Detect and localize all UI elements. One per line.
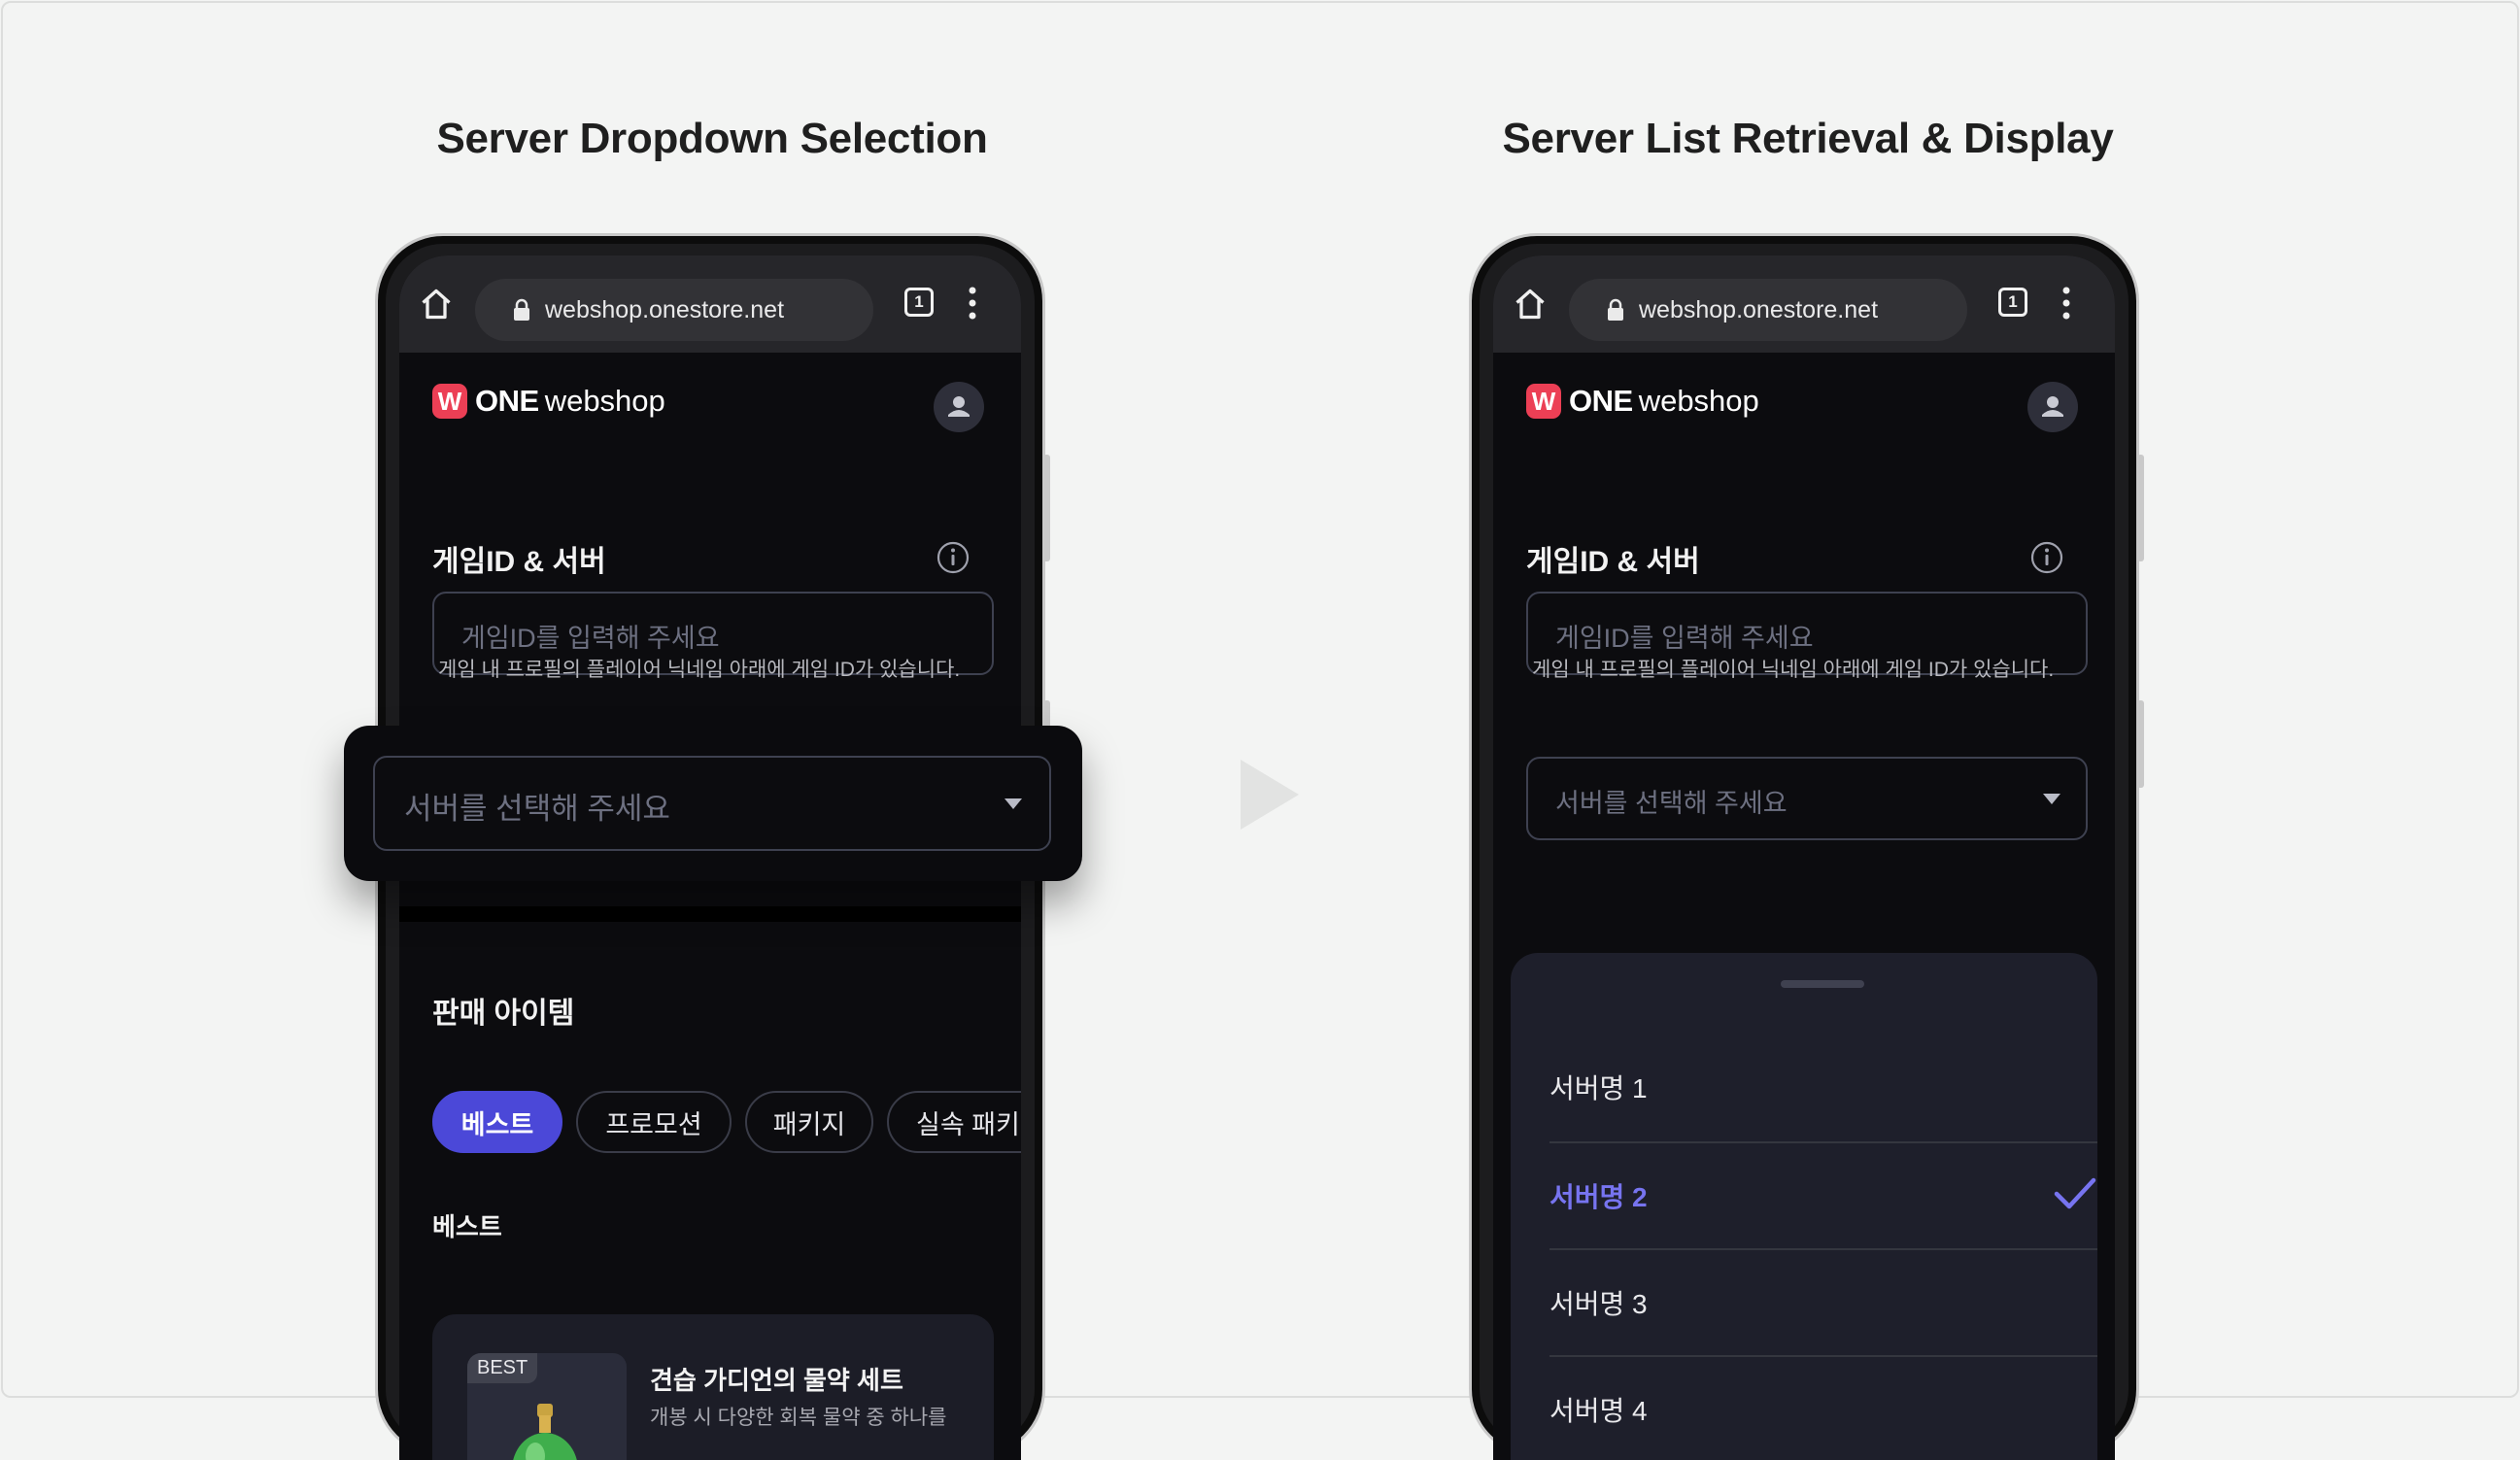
brand-logo[interactable]: W ONE webshop — [432, 382, 665, 421]
game-id-help-text: 게임 내 프로필의 플레이어 닉네임 아래에 게임 ID가 있습니다. — [1532, 659, 2055, 681]
info-icon[interactable] — [2029, 540, 2064, 575]
user-icon — [948, 396, 970, 417]
address-bar[interactable]: webshop.onestore.net — [475, 279, 873, 341]
right-panel-title: Server List Retrieval & Display — [1502, 115, 2114, 162]
checkmark-icon — [2054, 1177, 2096, 1209]
server-option-label: 서버명 3 — [1549, 1289, 1648, 1319]
server-option-2[interactable]: 서버명 2 — [1549, 1143, 2097, 1250]
chevron-down-icon — [2043, 794, 2060, 804]
game-id-placeholder: 게임ID를 입력해 주세요 — [1555, 624, 1814, 653]
best-subtitle: 베스트 — [432, 1212, 502, 1241]
url-text: webshop.onestore.net — [1639, 296, 1879, 323]
server-list-bottom-sheet: 서버명 1 서버명 2 서버명 3 서버명 4 — [1511, 953, 2097, 1460]
game-id-placeholder: 게임ID를 입력해 주세요 — [461, 624, 720, 653]
server-select-callout: 서버를 선택해 주세요 — [344, 726, 1082, 881]
tab-count-icon[interactable]: 1 — [1998, 288, 2027, 317]
chevron-down-icon — [1005, 798, 1022, 809]
w-logo-icon: W — [1526, 384, 1561, 419]
product-description: 개봉 시 다양한 회복 물약 중 하나를 — [650, 1407, 947, 1429]
product-card[interactable]: BEST 견습 가디언의 물약 세트 개봉 시 다양한 회복 물약 중 하나를 — [432, 1314, 994, 1460]
lock-icon — [1608, 298, 1623, 321]
flow-arrow-icon — [1241, 760, 1299, 830]
potion-icon — [513, 1404, 577, 1460]
server-option-1[interactable]: 서버명 1 — [1549, 1031, 2097, 1137]
server-select-placeholder: 서버를 선택해 주세요 — [404, 792, 670, 826]
server-option-label: 서버명 1 — [1549, 1073, 1648, 1103]
server-option-label: 서버명 2 — [1549, 1182, 1648, 1212]
browser-toolbar: webshop.onestore.net 1 — [1493, 255, 2115, 353]
url-text: webshop.onestore.net — [545, 296, 785, 323]
home-icon[interactable] — [419, 287, 454, 322]
user-icon — [2042, 396, 2063, 417]
game-id-help-text: 게임 내 프로필의 플레이어 닉네임 아래에 게임 ID가 있습니다. — [438, 659, 961, 681]
left-panel-title: Server Dropdown Selection — [436, 115, 988, 162]
user-avatar-button[interactable] — [2027, 382, 2078, 432]
server-option-3[interactable]: 서버명 3 — [1549, 1250, 2097, 1357]
browser-toolbar: webshop.onestore.net 1 — [399, 255, 1021, 353]
game-id-section-title: 게임ID & 서버 — [1526, 546, 1700, 578]
chip-value-package[interactable]: 실속 패키지 — [887, 1091, 1021, 1153]
brand-one: ONE — [1569, 384, 1633, 418]
game-id-section-title: 게임ID & 서버 — [432, 546, 606, 578]
lock-icon — [514, 298, 529, 321]
more-menu-icon[interactable] — [2060, 285, 2072, 322]
server-select-placeholder: 서버를 선택해 주세요 — [1555, 789, 1788, 818]
phone-screen: webshop.onestore.net 1 W ONE webshop 게임I… — [1493, 255, 2115, 1460]
brand-webshop: webshop — [1638, 384, 1759, 418]
brand-logo[interactable]: W ONE webshop — [1526, 382, 1759, 421]
home-icon[interactable] — [1513, 287, 1548, 322]
user-avatar-button[interactable] — [934, 382, 984, 432]
chip-best[interactable]: 베스트 — [432, 1091, 562, 1153]
product-title: 견습 가디언의 물약 세트 — [650, 1366, 903, 1395]
brand-webshop: webshop — [544, 384, 665, 418]
brand-one: ONE — [475, 384, 539, 418]
chip-package[interactable]: 패키지 — [745, 1091, 873, 1153]
product-thumbnail: BEST — [467, 1353, 627, 1460]
tab-count-icon[interactable]: 1 — [904, 288, 934, 317]
phone-side-button — [2137, 700, 2144, 788]
phone-mockup-right: webshop.onestore.net 1 W ONE webshop 게임I… — [1469, 233, 2144, 1460]
sale-items-title: 판매 아이템 — [432, 998, 575, 1030]
more-menu-icon[interactable] — [967, 285, 978, 322]
server-option-4[interactable]: 서버명 4 — [1549, 1357, 2097, 1460]
section-divider — [399, 906, 1021, 922]
chip-promotion[interactable]: 프로모션 — [576, 1091, 732, 1153]
w-logo-icon: W — [432, 384, 467, 419]
server-select-dropdown[interactable]: 서버를 선택해 주세요 — [373, 756, 1051, 851]
server-option-label: 서버명 4 — [1549, 1396, 1648, 1426]
server-select-dropdown[interactable]: 서버를 선택해 주세요 — [1526, 757, 2088, 840]
sheet-drag-handle[interactable] — [1781, 980, 1864, 988]
best-badge: BEST — [467, 1353, 538, 1383]
phone-side-button — [1043, 455, 1050, 561]
info-icon[interactable] — [936, 540, 971, 575]
address-bar[interactable]: webshop.onestore.net — [1569, 279, 1967, 341]
phone-side-button — [2137, 455, 2144, 561]
